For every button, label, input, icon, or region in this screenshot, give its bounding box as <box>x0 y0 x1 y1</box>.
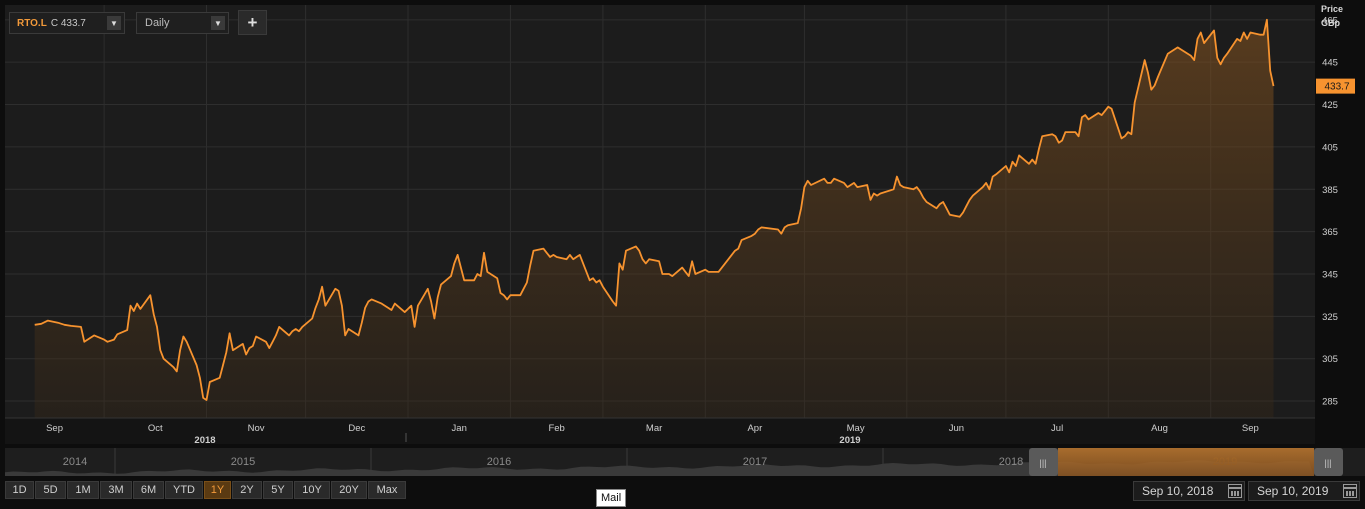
ticker-symbol: RTO.L <box>17 17 47 29</box>
range-button-2y[interactable]: 2Y <box>232 481 262 499</box>
close-price: C 433.7 <box>50 17 86 29</box>
range-button-10y[interactable]: 10Y <box>294 481 330 499</box>
navigator-year-label: 2014 <box>63 456 87 468</box>
y-tick-label: 305 <box>1322 354 1338 365</box>
range-button-3m[interactable]: 3M <box>100 481 132 499</box>
x-tick-label: Oct <box>148 423 163 434</box>
x-tick-label: Aug <box>1151 423 1168 434</box>
navigator-selection[interactable] <box>1058 448 1314 476</box>
start-date-field[interactable]: Sep 10, 2018 <box>1133 481 1245 501</box>
x-tick-label: Jul <box>1051 423 1063 434</box>
last-price-label: 433.7 <box>1324 82 1349 93</box>
x-tick-label: Mar <box>646 423 662 434</box>
x-tick-label: Sep <box>1242 423 1259 434</box>
range-button-5d[interactable]: 5D <box>35 481 66 499</box>
x-tick-label: May <box>847 423 865 434</box>
end-date: Sep 10, 2019 <box>1257 484 1329 498</box>
interval-selector[interactable]: Daily ▼ <box>136 12 229 34</box>
navigator[interactable]: 201420152016201720182019 ||| ||| <box>5 448 1365 476</box>
last-price-tag: 433.7 <box>1316 78 1355 94</box>
navigator-year-label: 2016 <box>487 456 511 468</box>
x-tick-label: Feb <box>548 423 564 434</box>
y-tick-label: 425 <box>1322 100 1338 111</box>
x-tick-label: Nov <box>248 423 265 434</box>
interval-label: Daily <box>145 17 170 29</box>
range-button-1y[interactable]: 1Y <box>204 481 231 499</box>
range-button-1d[interactable]: 1D <box>5 481 34 499</box>
tooltip: Mail <box>596 489 627 507</box>
x-tick-label: Jan <box>452 423 467 434</box>
chevron-down-icon[interactable]: ▼ <box>107 16 121 30</box>
range-button-ytd[interactable]: YTD <box>165 481 203 499</box>
y-tick-label: 365 <box>1322 227 1338 238</box>
range-button-bar: 1D 5D 1M 3M 6M YTD 1Y 2Y 5Y 10Y 20Y Max <box>5 481 406 499</box>
add-indicator-button[interactable]: + <box>238 10 267 35</box>
navigator-year-label: 2018 <box>999 456 1023 468</box>
x-tick-label: Sep <box>46 423 63 434</box>
y-tick-label: 405 <box>1322 142 1338 153</box>
navigator-year-label: 2017 <box>743 456 767 468</box>
x-year-label: 2018 <box>194 435 215 446</box>
axis-title-unit: GBp <box>1321 18 1340 28</box>
x-tick-label: Jun <box>949 423 964 434</box>
x-tick-label: Dec <box>348 423 365 434</box>
range-button-1m[interactable]: 1M <box>67 481 99 499</box>
chevron-down-icon[interactable]: ▼ <box>211 16 225 30</box>
y-tick-label: 285 <box>1322 397 1338 408</box>
range-button-max[interactable]: Max <box>368 481 406 499</box>
x-tick-label: Apr <box>747 423 762 434</box>
y-tick-label: 345 <box>1322 269 1338 280</box>
x-year-label: 2019 <box>839 435 860 446</box>
y-tick-label: 325 <box>1322 312 1338 323</box>
end-date-field[interactable]: Sep 10, 2019 <box>1248 481 1360 501</box>
y-axis: 285305325345365385405425445465 <box>1322 15 1338 407</box>
handle-left-glyph: ||| <box>1039 458 1046 468</box>
axis-title-price: Price <box>1321 4 1344 14</box>
range-button-5y[interactable]: 5Y <box>263 481 293 499</box>
calendar-icon[interactable] <box>1228 484 1242 498</box>
range-button-6m[interactable]: 6M <box>133 481 164 499</box>
ticker-selector[interactable]: RTO.L C 433.7 ▼ <box>9 12 125 34</box>
calendar-icon[interactable] <box>1343 484 1357 498</box>
handle-right-glyph: ||| <box>1324 458 1331 468</box>
price-chart[interactable]: 285305325345365385405425445465 433.7 Sep… <box>0 0 1365 509</box>
start-date: Sep 10, 2018 <box>1142 484 1214 498</box>
range-button-20y[interactable]: 20Y <box>331 481 367 499</box>
navigator-year-label: 2015 <box>231 456 255 468</box>
y-tick-label: 445 <box>1322 58 1338 69</box>
y-tick-label: 385 <box>1322 185 1338 196</box>
